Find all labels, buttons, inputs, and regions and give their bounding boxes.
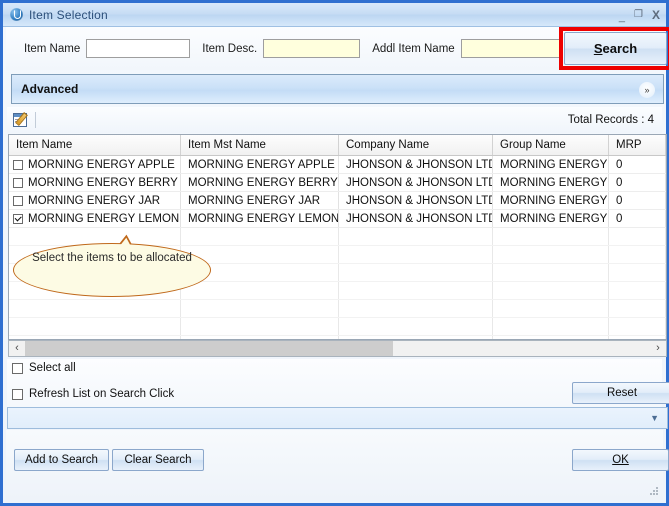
edit-document-icon[interactable] (13, 112, 28, 127)
row-mrp-cell: 0 (609, 192, 666, 209)
scrollbar-thumb[interactable] (25, 341, 393, 356)
item-selection-window: Item Selection _ ❐ X Item Name Item Desc… (0, 0, 669, 506)
minimize-icon[interactable]: _ (619, 12, 625, 23)
row-checkbox[interactable] (13, 177, 23, 188)
resize-grip-icon[interactable] (649, 487, 659, 497)
row-company-name-cell: JHONSON & JHONSON LTD (339, 156, 493, 173)
empty-row (9, 318, 666, 336)
empty-row (9, 228, 666, 246)
row-mrp-cell: 0 (609, 174, 666, 191)
title-bar: Item Selection _ ❐ X (3, 3, 666, 27)
column-header-item-mst-name[interactable]: Item Mst Name (181, 135, 339, 155)
select-all-checkbox[interactable] (12, 362, 23, 374)
scroll-right-arrow-icon[interactable]: › (650, 343, 666, 354)
row-item-name-text: MORNING ENERGY APPLE (28, 158, 175, 171)
row-mrp-cell: 0 (609, 210, 666, 227)
search-criteria-bar: Item Name Item Desc. Addl Item Name Sear… (6, 27, 669, 70)
row-item-name-text: MORNING ENERGY BERRY (28, 176, 178, 189)
total-records-label: Total Records : 4 (567, 114, 654, 126)
row-item-name-cell: MORNING ENERGY JAR (9, 192, 181, 209)
row-group-name-cell: MORNING ENERGY (493, 192, 609, 209)
table-row[interactable]: MORNING ENERGY LEMON MORNING ENERGY LEMO… (9, 210, 666, 228)
grid-toolbar: Total Records : 4 (7, 107, 662, 133)
advanced-label: Advanced (21, 82, 79, 96)
row-company-name-cell: JHONSON & JHONSON LTD (339, 192, 493, 209)
footer-bar: Add to Search Clear Search OK (6, 430, 669, 500)
options-area: Select all Refresh List on Search Click … (7, 359, 669, 407)
chevron-down-icon[interactable]: ▼ (650, 414, 659, 423)
clear-search-button[interactable]: Clear Search (112, 449, 204, 471)
app-circle-icon (10, 8, 23, 21)
row-item-name-cell: MORNING ENERGY LEMON (9, 210, 181, 227)
window-controls: _ ❐ X (619, 3, 660, 26)
row-item-mst-name-cell: MORNING ENERGY LEMON (181, 210, 339, 227)
grid-body: MORNING ENERGY APPLE MORNING ENERGY APPL… (9, 156, 666, 339)
empty-row (9, 264, 666, 282)
items-grid: Item Name Item Mst Name Company Name Gro… (8, 134, 667, 340)
column-header-company-name[interactable]: Company Name (339, 135, 493, 155)
window-title: Item Selection (29, 7, 108, 22)
row-item-name-text: MORNING ENERGY LEMON (28, 212, 180, 225)
table-row[interactable]: MORNING ENERGY BERRY MORNING ENERGY BERR… (9, 174, 666, 192)
scrollbar-track[interactable] (25, 341, 650, 356)
column-header-group-name[interactable]: Group Name (493, 135, 609, 155)
row-group-name-cell: MORNING ENERGY (493, 210, 609, 227)
item-desc-label: Item Desc. (202, 42, 258, 55)
empty-row (9, 282, 666, 300)
clear-search-label: Clear Search (124, 454, 192, 466)
row-checkbox[interactable] (13, 213, 23, 224)
ok-button-label: OK (612, 454, 629, 466)
row-item-name-cell: MORNING ENERGY APPLE (9, 156, 181, 173)
advanced-panel-header[interactable]: Advanced » (11, 74, 664, 104)
chevron-double-down-icon[interactable]: » (639, 82, 655, 98)
ok-button[interactable]: OK (572, 449, 669, 471)
item-name-label: Item Name (24, 42, 81, 55)
search-button-highlight: Search (559, 27, 669, 70)
item-desc-input[interactable] (263, 39, 361, 58)
column-header-mrp[interactable]: MRP (609, 135, 666, 155)
empty-row (9, 300, 666, 318)
row-item-name-cell: MORNING ENERGY BERRY (9, 174, 181, 191)
row-item-mst-name-cell: MORNING ENERGY BERRY (181, 174, 339, 191)
maximize-icon[interactable]: ❐ (634, 9, 643, 20)
refresh-list-label: Refresh List on Search Click (29, 388, 175, 400)
row-checkbox[interactable] (13, 159, 23, 170)
row-mrp-cell: 0 (609, 156, 666, 173)
addl-item-name-input[interactable] (460, 39, 561, 58)
table-row[interactable]: MORNING ENERGY JAR MORNING ENERGY JAR JH… (9, 192, 666, 210)
toolbar-separator (35, 112, 36, 128)
search-button-label-rest: earch (602, 41, 638, 56)
close-icon[interactable]: X (652, 9, 660, 21)
row-item-mst-name-cell: MORNING ENERGY JAR (181, 192, 339, 209)
row-group-name-cell: MORNING ENERGY (493, 156, 609, 173)
add-to-search-button[interactable]: Add to Search (14, 449, 109, 471)
addl-item-name-label: Addl Item Name (372, 42, 455, 55)
empty-row (9, 246, 666, 264)
grid-horizontal-scrollbar[interactable]: ‹ › (8, 340, 667, 357)
row-item-mst-name-cell: MORNING ENERGY APPLE (181, 156, 339, 173)
row-item-name-text: MORNING ENERGY JAR (28, 194, 161, 207)
table-row[interactable]: MORNING ENERGY APPLE MORNING ENERGY APPL… (9, 156, 666, 174)
item-name-input[interactable] (86, 39, 191, 58)
reset-button[interactable]: Reset (572, 382, 669, 404)
row-company-name-cell: JHONSON & JHONSON LTD (339, 210, 493, 227)
refresh-list-checkbox[interactable] (12, 388, 23, 400)
add-to-search-label: Add to Search (25, 454, 98, 466)
select-all-row[interactable]: Select all (12, 362, 76, 374)
search-button[interactable]: Search (564, 32, 667, 65)
row-company-name-cell: JHONSON & JHONSON LTD (339, 174, 493, 191)
row-checkbox[interactable] (13, 195, 23, 206)
refresh-list-row[interactable]: Refresh List on Search Click (12, 388, 174, 400)
row-group-name-cell: MORNING ENERGY (493, 174, 609, 191)
column-header-item-name[interactable]: Item Name (9, 135, 181, 155)
grid-header-row: Item Name Item Mst Name Company Name Gro… (9, 135, 666, 156)
scroll-left-arrow-icon[interactable]: ‹ (9, 343, 25, 354)
collapsed-panel-bar[interactable]: ▼ (7, 407, 668, 429)
reset-button-label: Reset (606, 387, 638, 399)
select-all-label: Select all (29, 362, 76, 374)
